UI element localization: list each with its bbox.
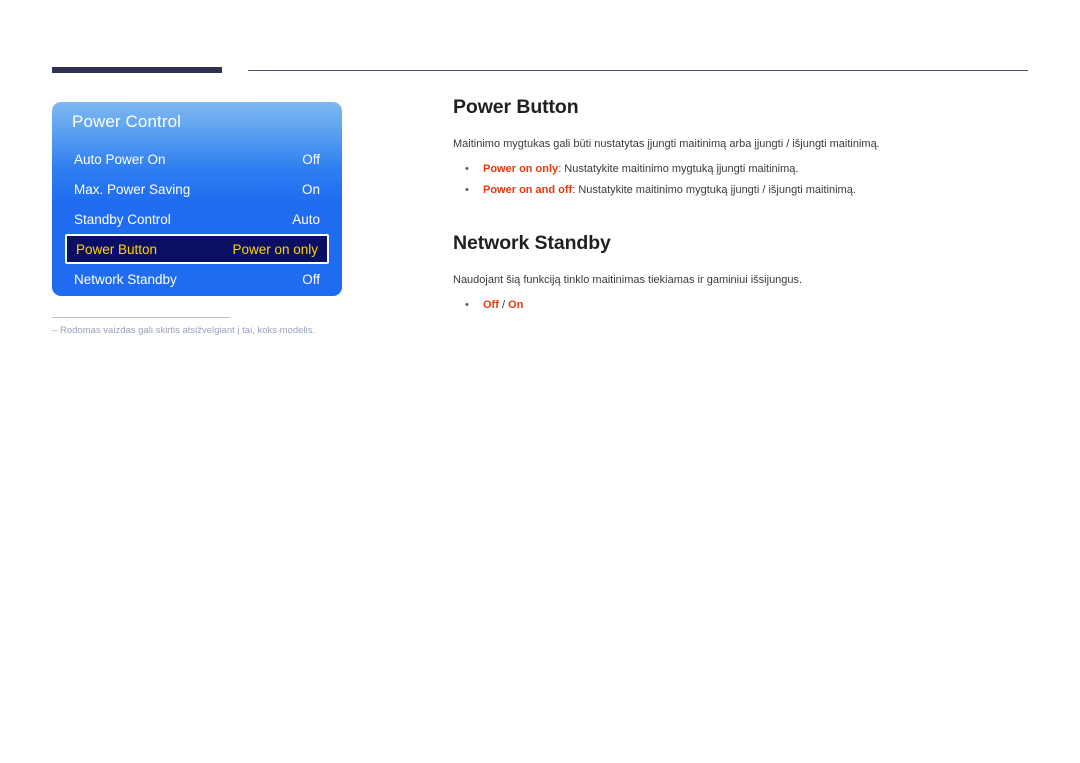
footnote-dash: – <box>52 325 58 336</box>
osd-item-value: Off <box>302 151 320 167</box>
list-item: • Power on and off: Nustatykite maitinim… <box>453 180 1033 201</box>
option-term: Power on and off <box>483 184 573 196</box>
footnote-divider <box>52 317 230 318</box>
osd-item-value: Off <box>302 271 320 287</box>
osd-menu-list: Auto Power On Off Max. Power Saving On S… <box>52 144 342 294</box>
osd-item-label: Auto Power On <box>74 151 166 167</box>
option-term-alt: On <box>508 299 524 311</box>
footnote-text: Rodomas vaizdas gali skirtis atsižvelgia… <box>60 325 316 336</box>
header-rule-accent <box>52 67 222 73</box>
bullet-list-power-button: • Power on only: Nustatykite maitinimo m… <box>453 159 1033 201</box>
osd-item-label: Network Standby <box>74 271 177 287</box>
osd-item-value: Auto <box>292 211 320 227</box>
option-separator: / <box>498 299 509 311</box>
osd-menu-panel: Power Control Auto Power On Off Max. Pow… <box>52 102 342 296</box>
section-body-power-button: Maitinimo mygtukas gali būti nustatytas … <box>453 138 880 150</box>
option-term: Off <box>483 299 499 311</box>
bullet-icon: • <box>465 163 469 175</box>
content-column: Power Button Maitinimo mygtukas gali būt… <box>453 96 1033 316</box>
bullet-list-network-standby: • Off / On <box>453 295 1033 316</box>
list-item: • Off / On <box>453 295 1033 316</box>
osd-menu-item-power-button[interactable]: Power Button Power on only <box>65 234 329 264</box>
osd-item-label: Standby Control <box>74 211 171 227</box>
header-rule-line <box>248 70 1028 71</box>
bullet-icon: • <box>465 184 469 196</box>
section-body-network-standby: Naudojant šią funkciją tinklo maitinimas… <box>453 274 803 286</box>
option-description: : Nustatykite maitinimo mygtuką įjungti … <box>572 184 856 196</box>
osd-menu-item-standby-control[interactable]: Standby Control Auto <box>65 204 329 234</box>
osd-menu-title: Power Control <box>72 112 182 131</box>
osd-menu-item-network-standby[interactable]: Network Standby Off <box>65 264 329 294</box>
osd-menu-item-max-power-saving[interactable]: Max. Power Saving On <box>65 174 329 204</box>
footnote: – Rodomas vaizdas gali skirtis atsižvelg… <box>52 324 315 337</box>
osd-menu-item-auto-power-on[interactable]: Auto Power On Off <box>65 144 329 174</box>
option-description: : Nustatykite maitinimo mygtuką įjungti … <box>558 163 799 175</box>
osd-item-label: Power Button <box>76 241 158 257</box>
osd-item-label: Max. Power Saving <box>74 181 191 197</box>
osd-item-value: Power on only <box>232 241 318 257</box>
osd-item-value: On <box>301 181 320 197</box>
option-term: Power on only <box>483 163 559 175</box>
bullet-icon: • <box>465 299 469 311</box>
section-title-network-standby: Network Standby <box>453 232 611 254</box>
section-title-power-button: Power Button <box>453 96 579 118</box>
list-item: • Power on only: Nustatykite maitinimo m… <box>453 159 1033 180</box>
